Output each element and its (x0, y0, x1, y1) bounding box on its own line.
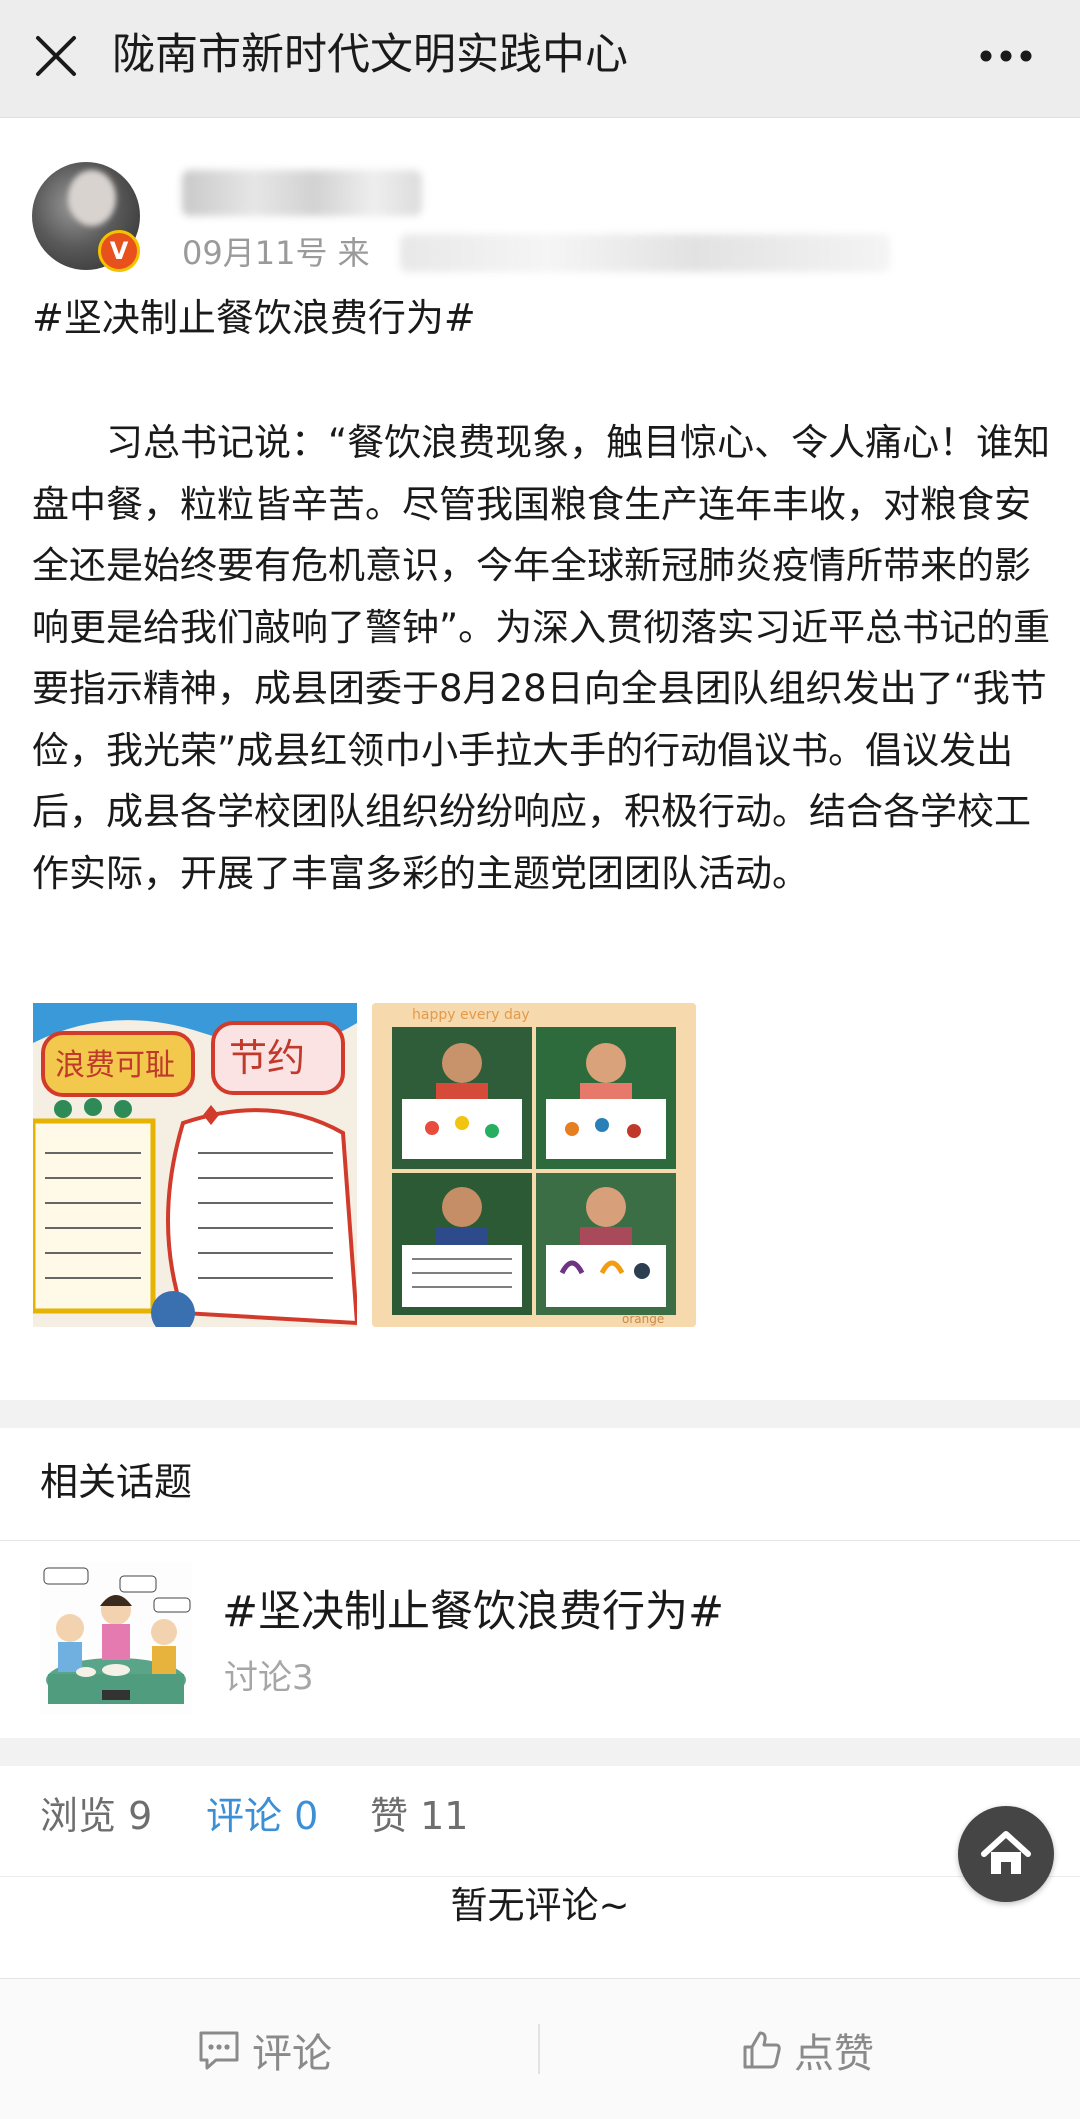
post-photo-collage[interactable]: happy every day orange (372, 1003, 696, 1327)
related-topic-count: 讨论3 (224, 1658, 314, 1698)
home-button[interactable] (958, 1806, 1054, 1902)
related-topic-name[interactable]: #坚决制止餐饮浪费行为# (222, 1584, 724, 1640)
collage-caption: happy every day (412, 1007, 530, 1023)
comments-tab[interactable]: 评论 0 (206, 1790, 318, 1842)
avatar-face (68, 170, 116, 226)
comment-button[interactable]: 评论 (196, 2018, 332, 2082)
collage-footer: orange (622, 1312, 664, 1326)
thumbs-up-icon (743, 2031, 781, 2069)
divider (538, 2024, 540, 2074)
comment-icon (199, 2031, 239, 2070)
section-gap (0, 1738, 1080, 1766)
views-count: 浏览 9 (40, 1794, 153, 1838)
post-body-text: 习总书记说：“餐饮浪费现象，触目惊心、令人痛心！谁知盘中餐，粒粒皆辛苦。尽管我国… (32, 421, 1051, 895)
page-title: 陇南市新时代文明实践中心 (112, 30, 628, 80)
close-icon[interactable] (30, 30, 82, 82)
svg-text:节约: 节约 (229, 1036, 305, 1080)
post-photo-poster[interactable]: 浪费可耻 节约 (33, 1003, 357, 1327)
no-comments-text: 暂无评论~ (450, 1884, 630, 1927)
like-button[interactable]: 点赞 (740, 2018, 874, 2082)
top-navbar: 陇南市新时代文明实践中心 (0, 0, 1080, 118)
post-topic-tag[interactable]: #坚决制止餐饮浪费行为# (32, 294, 476, 342)
section-gap (0, 1400, 1080, 1428)
poster-title-text: 浪费可耻 (55, 1048, 175, 1083)
bottom-toolbar (0, 1978, 1080, 2119)
topic-thumbnail[interactable] (40, 1562, 192, 1714)
related-topics-heading: 相关话题 (40, 1460, 193, 1504)
like-button-label: 点赞 (794, 2031, 874, 2077)
likes-count[interactable]: 赞 11 (370, 1790, 468, 1842)
verified-badge: V (98, 230, 140, 272)
home-icon (981, 1831, 1031, 1874)
post-source-blurred (400, 234, 890, 272)
comment-button-label: 评论 (252, 2031, 332, 2077)
author-name-blurred (182, 170, 422, 216)
more-icon[interactable] (976, 36, 1036, 76)
divider (0, 1540, 1080, 1541)
post-date: 09月11号 来 (182, 234, 370, 272)
